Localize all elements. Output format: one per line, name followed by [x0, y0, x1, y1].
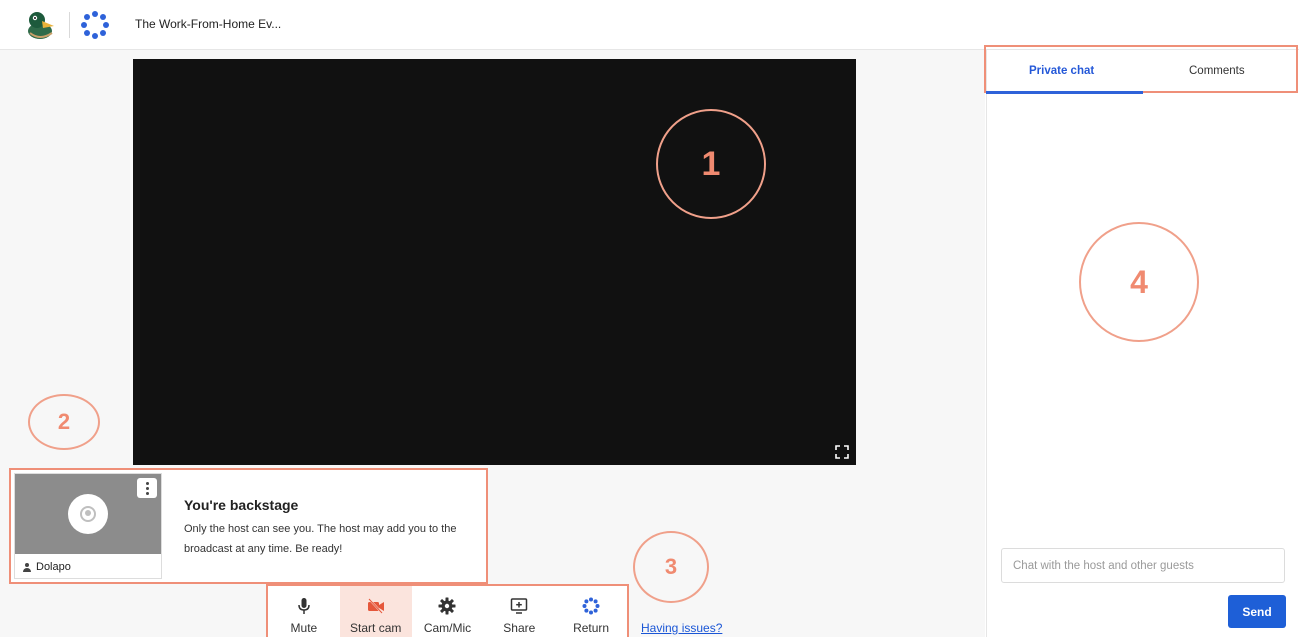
- fullscreen-icon[interactable]: [835, 445, 849, 459]
- avatar: [68, 494, 108, 534]
- backstage-title: You're backstage: [184, 497, 299, 513]
- share-button[interactable]: Share: [483, 586, 555, 637]
- duck-logo-icon[interactable]: [24, 9, 58, 41]
- avatar-placeholder-icon: [80, 506, 96, 522]
- logo-separator: [69, 12, 70, 38]
- send-button[interactable]: Send: [1228, 595, 1286, 628]
- cam-mic-settings-button[interactable]: Cam/Mic: [412, 586, 484, 637]
- camera-off-icon: [367, 598, 384, 614]
- mute-button[interactable]: Mute: [268, 586, 340, 637]
- return-label: Return: [573, 621, 610, 635]
- broadcast-video: [133, 59, 856, 465]
- tab-comments[interactable]: Comments: [1189, 65, 1245, 77]
- self-video-tile: Dolapo: [14, 473, 162, 579]
- event-title: The Work-From-Home Ev...: [135, 17, 282, 31]
- screen-share-icon: [511, 598, 528, 614]
- self-video-preview: [15, 474, 161, 554]
- top-header: The Work-From-Home Ev...: [0, 0, 1299, 50]
- media-toolbar: Mute Start cam Cam/Mic Share Return: [266, 584, 629, 637]
- annotation-circle-2: 2: [28, 394, 100, 450]
- start-cam-button[interactable]: Start cam: [339, 586, 412, 637]
- tab-private-chat[interactable]: Private chat: [1029, 65, 1094, 77]
- chat-tabs: Private chat Comments: [984, 45, 1298, 94]
- mute-label: Mute: [290, 621, 318, 635]
- share-label: Share: [503, 621, 536, 635]
- brand-spinner-icon: [81, 11, 109, 39]
- return-spinner-icon: [582, 597, 600, 615]
- tile-options-icon[interactable]: [137, 478, 157, 498]
- cam-mic-label: Cam/Mic: [423, 621, 472, 635]
- gear-icon: [438, 597, 456, 615]
- annotation-circle-3: 3: [633, 531, 709, 603]
- person-icon: [23, 562, 31, 572]
- backstage-message: Only the host can see you. The host may …: [184, 523, 457, 555]
- microphone-icon: [298, 598, 310, 614]
- annotation-circle-1: 1: [656, 109, 766, 219]
- return-button[interactable]: Return: [555, 586, 627, 637]
- start-cam-label: Start cam: [350, 621, 402, 635]
- annotation-circle-4: 4: [1079, 222, 1199, 342]
- having-issues-link[interactable]: Having issues?: [641, 621, 722, 635]
- participant-name-label: Dolapo: [23, 561, 71, 573]
- chat-panel: Private chat Comments Send: [984, 45, 1299, 637]
- active-tab-indicator: [986, 91, 1143, 94]
- backstage-panel: Dolapo You're backstage Only the host ca…: [9, 468, 488, 584]
- participant-name: Dolapo: [36, 561, 71, 573]
- chat-input[interactable]: [1001, 548, 1285, 583]
